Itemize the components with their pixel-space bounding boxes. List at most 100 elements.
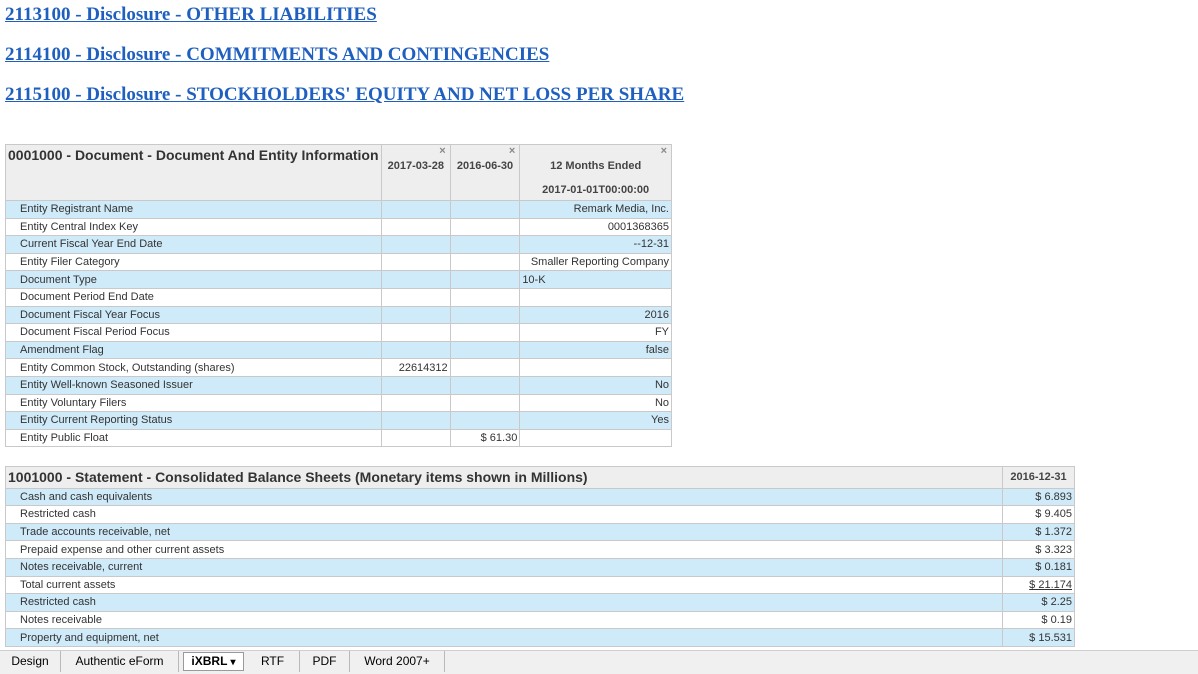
row-label: Entity Common Stock, Outstanding (shares… <box>5 358 382 377</box>
close-icon[interactable]: × <box>439 146 445 157</box>
row-label: Property and equipment, net <box>4 628 1004 647</box>
doc-col3-period: 12 Months Ended <box>550 160 642 172</box>
doc-col-2017-03-28: × 2017-03-28 <box>380 144 451 201</box>
cell <box>380 323 451 342</box>
row-label: Cash and cash equivalents <box>4 487 1004 507</box>
row-label: Document Type <box>5 270 382 289</box>
table-row: Property and equipment, net $ 15.531 <box>4 628 1075 647</box>
tab-ixbrl[interactable]: iXBRL ▾ <box>183 652 244 671</box>
cell: $ 1.372 <box>1002 522 1075 542</box>
tab-pdf[interactable]: PDF <box>300 651 350 672</box>
tab-word-2007[interactable]: Word 2007+ <box>350 651 445 672</box>
tab-authentic-eform[interactable]: Authentic eForm <box>61 651 179 672</box>
cell <box>380 340 451 360</box>
cell <box>449 393 521 413</box>
cell <box>380 217 451 237</box>
cell: Yes <box>519 411 672 430</box>
table-row: Entity Current Reporting Status Yes <box>5 411 672 430</box>
cell <box>380 252 451 272</box>
row-label: Trade accounts receivable, net <box>4 522 1004 542</box>
row-label: Entity Registrant Name <box>5 200 382 219</box>
cell <box>449 252 521 272</box>
cell <box>380 287 451 307</box>
row-label: Document Fiscal Period Focus <box>5 323 382 342</box>
cell: false <box>519 340 672 360</box>
cell: Smaller Reporting Company <box>519 252 672 272</box>
cell: $ 15.531 <box>1002 628 1075 647</box>
cell <box>380 411 451 430</box>
chevron-down-icon[interactable]: ▾ <box>231 657 236 668</box>
cell: No <box>519 375 672 395</box>
cell: 2016 <box>519 305 672 325</box>
table-row: Restricted cash $ 9.405 <box>4 505 1075 524</box>
tab-design[interactable]: Design <box>0 651 61 672</box>
table-row: Notes receivable, current $ 0.181 <box>4 557 1075 577</box>
cell <box>380 393 451 413</box>
table-row: Entity Central Index Key 0001368365 <box>5 217 672 237</box>
cell <box>449 287 521 307</box>
balance-sheet-table: 1001000 - Statement - Consolidated Balan… <box>4 466 1075 647</box>
table-row: Total current assets $ 21.174 <box>4 575 1075 595</box>
cell <box>380 200 451 219</box>
cell <box>380 375 451 395</box>
row-label: Restricted cash <box>4 593 1004 612</box>
table-row: Cash and cash equivalents $ 6.893 <box>4 487 1075 507</box>
cell <box>519 287 672 307</box>
row-label: Entity Voluntary Filers <box>5 393 382 413</box>
close-icon[interactable]: × <box>509 146 515 157</box>
cell: --12-31 <box>519 235 672 254</box>
cell <box>380 428 451 448</box>
row-label: Total current assets <box>4 575 1004 595</box>
cell <box>449 358 521 377</box>
doc-col1-label: 2017-03-28 <box>387 160 444 172</box>
cell <box>519 428 672 448</box>
table-row: Document Type 10-K <box>5 270 672 289</box>
link-commitments-contingencies[interactable]: 2114100 - Disclosure - COMMITMENTS AND C… <box>5 44 684 66</box>
table-row: Notes receivable $ 0.19 <box>4 610 1075 630</box>
table-row: Document Fiscal Period Focus FY <box>5 323 672 342</box>
link-stockholders-equity[interactable]: 2115100 - Disclosure - STOCKHOLDERS' EQU… <box>5 84 684 106</box>
table-row: Current Fiscal Year End Date --12-31 <box>5 235 672 254</box>
cell <box>519 358 672 377</box>
cell: $ 0.181 <box>1002 557 1075 577</box>
cell: 0001368365 <box>519 217 672 237</box>
table-row: Prepaid expense and other current assets… <box>4 540 1075 559</box>
row-label: Entity Well-known Seasoned Issuer <box>5 375 382 395</box>
cell: $ 9.405 <box>1002 505 1075 524</box>
table-row: Restricted cash $ 2.25 <box>4 593 1075 612</box>
cell: $ 6.893 <box>1002 487 1075 507</box>
table-row: Entity Public Float $ 61.30 <box>5 428 672 448</box>
cell <box>380 305 451 325</box>
row-label: Entity Filer Category <box>5 252 382 272</box>
cell: 10-K <box>519 270 672 289</box>
row-label: Entity Public Float <box>5 428 382 448</box>
cell: $ 2.25 <box>1002 593 1075 612</box>
table-row: Entity Well-known Seasoned Issuer No <box>5 375 672 395</box>
table-row: Trade accounts receivable, net $ 1.372 <box>4 522 1075 542</box>
cell: 22614312 <box>380 358 451 377</box>
cell <box>380 235 451 254</box>
doc-col3-date: 2017-01-01T00:00:00 <box>542 184 650 196</box>
disclosure-links: 2113100 - Disclosure - OTHER LIABILITIES… <box>5 4 684 124</box>
table-row: Entity Common Stock, Outstanding (shares… <box>5 358 672 377</box>
row-label: Document Fiscal Year Focus <box>5 305 382 325</box>
cell: FY <box>519 323 672 342</box>
tab-rtf[interactable]: RTF <box>246 651 300 672</box>
view-tabs: Design Authentic eForm iXBRL ▾ RTF PDF W… <box>0 650 1198 674</box>
link-other-liabilities[interactable]: 2113100 - Disclosure - OTHER LIABILITIES <box>5 4 684 26</box>
cell <box>449 305 521 325</box>
cell <box>449 200 521 219</box>
cell <box>449 411 521 430</box>
close-icon[interactable]: × <box>661 146 667 157</box>
tab-ixbrl-label: iXBRL <box>191 654 228 668</box>
table-row: Document Period End Date <box>5 287 672 307</box>
document-entity-table: 0001000 - Document - Document And Entity… <box>5 144 672 448</box>
doc-col-12-months: × 12 Months Ended 2017-01-01T00:00:00 <box>519 144 672 201</box>
row-label: Entity Current Reporting Status <box>5 411 382 430</box>
cell: Remark Media, Inc. <box>519 200 672 219</box>
table-row: Amendment Flag false <box>5 340 672 360</box>
doc-col2-label: 2016-06-30 <box>456 160 514 172</box>
table-row: Entity Registrant Name Remark Media, Inc. <box>5 200 672 219</box>
cell <box>449 217 521 237</box>
row-label: Notes receivable <box>4 610 1004 630</box>
